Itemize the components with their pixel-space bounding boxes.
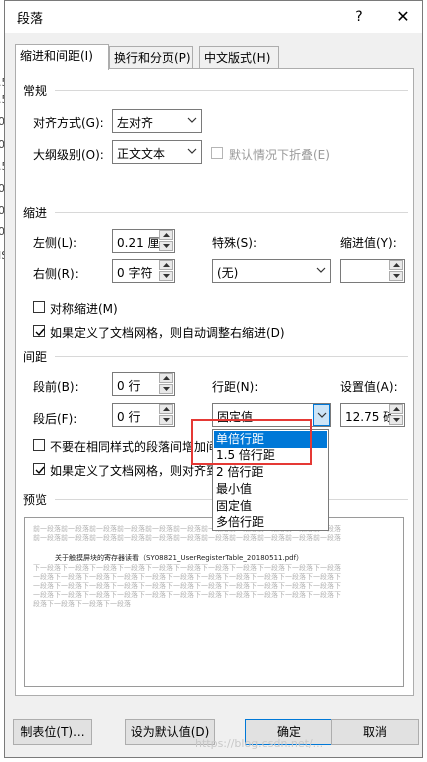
divider xyxy=(55,90,408,91)
chevron-down-icon[interactable] xyxy=(183,141,201,163)
space-after-spinner[interactable]: 0 行 xyxy=(112,403,175,427)
left-indent-spinner[interactable]: 0.21 厘米 xyxy=(112,229,175,253)
alignment-label: 对齐方式(G): xyxy=(33,116,104,130)
spin-up-icon[interactable] xyxy=(159,230,173,240)
preview-pane: 前一段落前一段落前一段落前一段落前一段落前一段落前一段落前一段落前一段落前一段落… xyxy=(24,517,404,687)
option-at-least[interactable]: 最小值 xyxy=(214,481,327,498)
no-space-same-style-checkbox[interactable] xyxy=(33,439,45,451)
collapse-checkbox[interactable] xyxy=(211,147,223,159)
space-after-value: 0 行 xyxy=(117,410,141,424)
chevron-down-icon[interactable] xyxy=(313,404,330,426)
spin-down-icon[interactable] xyxy=(159,241,173,251)
divider xyxy=(55,212,408,213)
mirror-indents-checkbox[interactable] xyxy=(33,301,45,313)
indentation-heading: 缩进 xyxy=(23,206,48,220)
indent-by-spinner[interactable] xyxy=(340,259,405,283)
tab-line-page-breaks[interactable]: 换行和分页(P) xyxy=(109,46,193,68)
space-before-label: 段前(B): xyxy=(33,380,79,394)
spin-up-icon[interactable] xyxy=(389,404,403,414)
spacing-heading: 间距 xyxy=(23,350,48,364)
space-before-spinner[interactable]: 0 行 xyxy=(112,372,175,396)
spin-up-icon[interactable] xyxy=(159,404,173,414)
special-indent-dropdown[interactable]: (无) xyxy=(212,259,331,283)
highlight-annotation-box xyxy=(191,419,312,465)
special-indent-value: (无) xyxy=(217,266,239,280)
preview-next-line: 段落下一段落下一段落下一段落 xyxy=(33,600,131,608)
title-bar[interactable]: 段落 ? ✕ xyxy=(5,1,422,33)
right-indent-spinner[interactable]: 0 字符 xyxy=(112,259,175,283)
spin-down-icon[interactable] xyxy=(389,415,403,425)
dialog-title: 段落 xyxy=(17,12,44,27)
option-multiple[interactable]: 多倍行距 xyxy=(214,514,327,531)
general-heading: 常规 xyxy=(23,84,48,98)
help-button[interactable]: ? xyxy=(348,6,370,28)
close-button[interactable]: ✕ xyxy=(392,6,414,28)
outline-level-label: 大纲级别(O): xyxy=(33,148,104,162)
tabs-button[interactable]: 制表位(T)... xyxy=(13,719,92,745)
option-exactly[interactable]: 固定值 xyxy=(214,498,327,515)
alignment-dropdown[interactable]: 左对齐 xyxy=(112,109,202,133)
preview-prev-line: 前一段落前一段落前一段落前一段落前一段落前一段落前一段落前一段落前一段落前一段落… xyxy=(33,534,341,542)
spin-down-icon[interactable] xyxy=(159,271,173,281)
paragraph-dialog: 段落 ? ✕ 缩进和间距(I) 换行和分页(P) 中文版式(H) 常规 对齐方式… xyxy=(4,0,423,758)
spin-down-icon[interactable] xyxy=(159,384,173,394)
preview-sample-text: 关于触摸屏块的寄存器读看（SY08821_UserRegisterTable_2… xyxy=(55,554,304,562)
chevron-down-icon[interactable] xyxy=(183,110,201,132)
right-indent-value: 0 字符 xyxy=(117,266,153,280)
cancel-button[interactable]: 取消 xyxy=(331,719,419,745)
at-spinner[interactable]: 12.75 磅 xyxy=(340,403,405,427)
at-value: 12.75 磅 xyxy=(345,410,391,424)
spin-down-icon[interactable] xyxy=(159,415,173,425)
line-spacing-label: 行距(N): xyxy=(212,380,259,394)
spin-up-icon[interactable] xyxy=(389,260,403,270)
option-double[interactable]: 2 倍行距 xyxy=(214,464,327,481)
special-indent-label: 特殊(S): xyxy=(212,236,258,250)
left-indent-value: 0.21 厘米 xyxy=(117,236,161,250)
chevron-down-icon[interactable] xyxy=(312,260,330,282)
spin-up-icon[interactable] xyxy=(159,260,173,270)
alignment-value: 左对齐 xyxy=(117,116,154,130)
outline-level-value: 正文文本 xyxy=(117,147,166,161)
right-indent-label: 右侧(R): xyxy=(33,267,79,281)
auto-adjust-indent-checkbox[interactable] xyxy=(33,325,45,337)
auto-adjust-indent-label: 如果定义了文档网格，则自动调整右缩进(D) xyxy=(50,326,285,340)
at-label: 设置值(A): xyxy=(340,380,398,394)
outline-level-dropdown[interactable]: 正文文本 xyxy=(112,140,202,164)
space-before-value: 0 行 xyxy=(117,379,141,393)
left-indent-label: 左侧(L): xyxy=(33,236,78,250)
mirror-indents-label: 对称缩进(M) xyxy=(50,302,118,316)
snap-to-grid-checkbox[interactable] xyxy=(33,463,45,475)
preview-heading: 预览 xyxy=(23,493,48,507)
spin-up-icon[interactable] xyxy=(159,373,173,383)
indent-by-label: 缩进值(Y): xyxy=(340,236,397,250)
collapse-label: 默认情况下折叠(E) xyxy=(229,148,330,162)
space-after-label: 段后(F): xyxy=(33,412,78,426)
spin-down-icon[interactable] xyxy=(389,271,403,281)
tab-indents-spacing[interactable]: 缩进和间距(I) xyxy=(15,44,109,70)
divider xyxy=(55,356,408,357)
tab-asian-typography[interactable]: 中文版式(H) xyxy=(199,46,279,68)
watermark: https://blog.csdn.net/... xyxy=(195,737,324,750)
